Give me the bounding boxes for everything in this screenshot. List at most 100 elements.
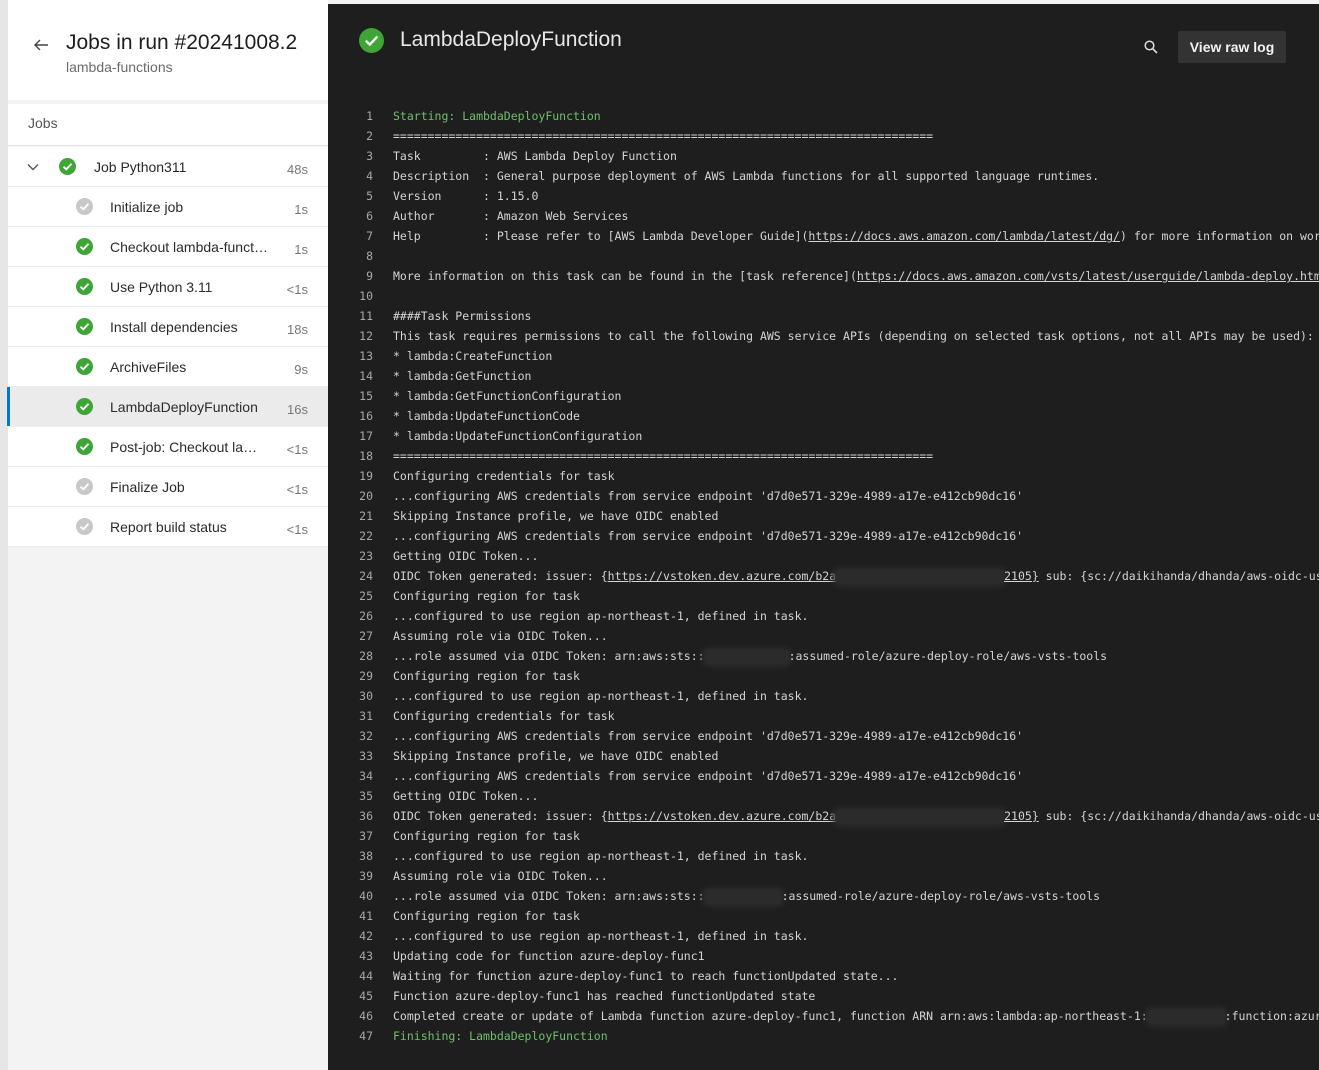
- success-check-icon: [76, 238, 93, 255]
- log-line: 16 * lambda:UpdateFunctionCode: [328, 406, 1319, 426]
- log-line-text: Function azure-deploy-func1 has reached …: [393, 986, 815, 1006]
- step-row[interactable]: Report build status <1s: [8, 507, 328, 547]
- log-line-text: ####Task Permissions: [393, 306, 531, 326]
- step-row[interactable]: Checkout lambda-funct… 1s: [8, 227, 328, 267]
- log-line-text: Configuring region for task: [393, 666, 580, 686]
- log-text-segment: * lambda:UpdateFunctionCode: [393, 409, 580, 423]
- log-panel: LambdaDeployFunction View raw log 1 Start…: [328, 4, 1319, 1070]
- log-line: 46 Completed create or update of Lambda f…: [328, 1006, 1319, 1026]
- log-text-segment: ...configured to use region ap-northeast…: [393, 609, 809, 623]
- log-text-segment: :assumed-role/azure-deploy-role/aws-vsts…: [781, 889, 1101, 903]
- skipped-check-icon: [76, 478, 93, 495]
- log-line-text: Starting: LambdaDeployFunction: [393, 106, 601, 126]
- log-line-text: This task requires permissions to call t…: [393, 326, 1314, 346]
- view-raw-log-button[interactable]: View raw log: [1178, 31, 1286, 63]
- log-line: 38 ...configured to use region ap-northea…: [328, 846, 1319, 866]
- log-line-text: OIDC Token generated: issuer: {https://v…: [393, 566, 1319, 586]
- step-label: Checkout lambda-funct…: [110, 239, 268, 255]
- log-line-text: * lambda:GetFunction: [393, 366, 531, 386]
- log-line-text: * lambda:GetFunctionConfiguration: [393, 386, 621, 406]
- redacted-text: [704, 649, 789, 664]
- log-line-number: 28: [359, 649, 373, 663]
- log-line: 14 * lambda:GetFunction: [328, 366, 1319, 386]
- log-text-segment: ) for more information on working with: [1119, 229, 1319, 243]
- log-line-text: Skipping Instance profile, we have OIDC …: [393, 506, 718, 526]
- log-text-segment: Completed create or update of Lambda fun…: [393, 1009, 1148, 1023]
- success-check-icon: [59, 158, 76, 175]
- log-line-number: 5: [366, 189, 373, 203]
- job-row[interactable]: Job Python311 48s: [8, 147, 328, 187]
- step-row[interactable]: LambdaDeployFunction 16s: [7, 387, 328, 427]
- log-line: 3 Task : AWS Lambda Deploy Function: [328, 146, 1319, 166]
- log-line: 33 Skipping Instance profile, we have OID…: [328, 746, 1319, 766]
- success-check-icon: [76, 438, 93, 455]
- log-line: 13 * lambda:CreateFunction: [328, 346, 1319, 366]
- log-link[interactable]: 2105}: [1004, 809, 1039, 823]
- log-line: 2 =======================================…: [328, 126, 1319, 146]
- step-duration: 1s: [294, 242, 308, 257]
- log-text-segment: * lambda:UpdateFunctionConfiguration: [393, 429, 643, 443]
- log-link[interactable]: https://vstoken.dev.azure.com/b2a: [608, 569, 836, 583]
- log-line: 31 Configuring credentials for task: [328, 706, 1319, 726]
- step-row[interactable]: Finalize Job <1s: [8, 467, 328, 507]
- step-row[interactable]: Post-job: Checkout la… <1s: [8, 427, 328, 467]
- redacted-text: [836, 809, 1005, 824]
- log-line-number: 44: [359, 969, 373, 983]
- log-line-text: Configuring region for task: [393, 586, 580, 606]
- log-line-text: Description : General purpose deployment…: [393, 166, 1099, 186]
- log-text-segment: Waiting for function azure-deploy-func1 …: [393, 969, 899, 983]
- chevron-down-icon[interactable]: [26, 160, 40, 174]
- left-edge-strip: [0, 0, 8, 1070]
- step-label: ArchiveFiles: [110, 359, 187, 375]
- page-title: Jobs in run #20241008.2: [66, 31, 298, 54]
- log-line-text: Configuring credentials for task: [393, 466, 615, 486]
- step-label: Finalize Job: [110, 479, 185, 495]
- log-line: 21 Skipping Instance profile, we have OID…: [328, 506, 1319, 526]
- log-line-text: Author : Amazon Web Services: [393, 206, 628, 226]
- skipped-check-icon: [76, 518, 93, 535]
- step-title: LambdaDeployFunction: [400, 28, 622, 51]
- log-text-segment: Author : Amazon Web Services: [393, 209, 629, 223]
- search-icon[interactable]: [1144, 40, 1158, 54]
- log-line: 9 More information on this task can be fo…: [328, 266, 1319, 286]
- pipeline-name: lambda-functions: [66, 59, 173, 75]
- log-line-number: 24: [359, 569, 373, 583]
- log-line: 26 ...configured to use region ap-northea…: [328, 606, 1319, 626]
- step-row[interactable]: Install dependencies 18s: [8, 307, 328, 347]
- log-line-number: 41: [359, 909, 373, 923]
- log-link[interactable]: https://docs.aws.amazon.com/vsts/latest/…: [857, 269, 1319, 283]
- log-line-number: 46: [359, 1009, 373, 1023]
- log-line-text: ...configuring AWS credentials from serv…: [393, 766, 1023, 786]
- log-text-segment: ========================================…: [393, 449, 934, 463]
- log-text-segment: Configuring credentials for task: [393, 469, 615, 483]
- log-line-text: ...role assumed via OIDC Token: arn:aws:…: [393, 646, 1107, 666]
- log-line: 12 This task requires permissions to call…: [328, 326, 1319, 346]
- log-line: 40 ...role assumed via OIDC Token: arn:aw…: [328, 886, 1319, 906]
- log-line-number: 14: [359, 369, 373, 383]
- success-check-icon: [76, 318, 93, 335]
- log-line-text: Configuring region for task: [393, 906, 580, 926]
- log-line: 27 Assuming role via OIDC Token...: [328, 626, 1319, 646]
- log-line-number: 7: [366, 229, 373, 243]
- step-row[interactable]: ArchiveFiles 9s: [8, 347, 328, 387]
- step-row[interactable]: Initialize job 1s: [8, 187, 328, 227]
- log-line-text: More information on this task can be fou…: [393, 266, 1319, 286]
- back-arrow-icon[interactable]: [32, 36, 50, 54]
- log-text-segment: ...configured to use region ap-northeast…: [393, 929, 809, 943]
- log-text-segment: ...configuring AWS credentials from serv…: [393, 529, 1024, 543]
- step-duration: 16s: [287, 402, 308, 417]
- log-text-segment: Finishing: LambdaDeployFunction: [393, 1029, 608, 1043]
- step-duration: <1s: [286, 522, 308, 537]
- step-row[interactable]: Use Python 3.11 <1s: [8, 267, 328, 307]
- log-link[interactable]: https://docs.aws.amazon.com/lambda/lates…: [808, 229, 1120, 243]
- log-text-segment: ...configured to use region ap-northeast…: [393, 689, 809, 703]
- step-label: Initialize job: [110, 199, 184, 215]
- log-line-number: 37: [359, 829, 373, 843]
- log-text-segment: ...configuring AWS credentials from serv…: [393, 769, 1024, 783]
- log-link[interactable]: 2105}: [1004, 569, 1039, 583]
- log-text-segment: Function azure-deploy-func1 has reached …: [393, 989, 816, 1003]
- log-line-text: Completed create or update of Lambda fun…: [393, 1006, 1319, 1026]
- jobs-panel-header: Jobs in run #20241008.2 lambda-functions: [8, 0, 328, 100]
- log-link[interactable]: https://vstoken.dev.azure.com/b2a: [608, 809, 836, 823]
- log-line: 10: [328, 286, 1319, 306]
